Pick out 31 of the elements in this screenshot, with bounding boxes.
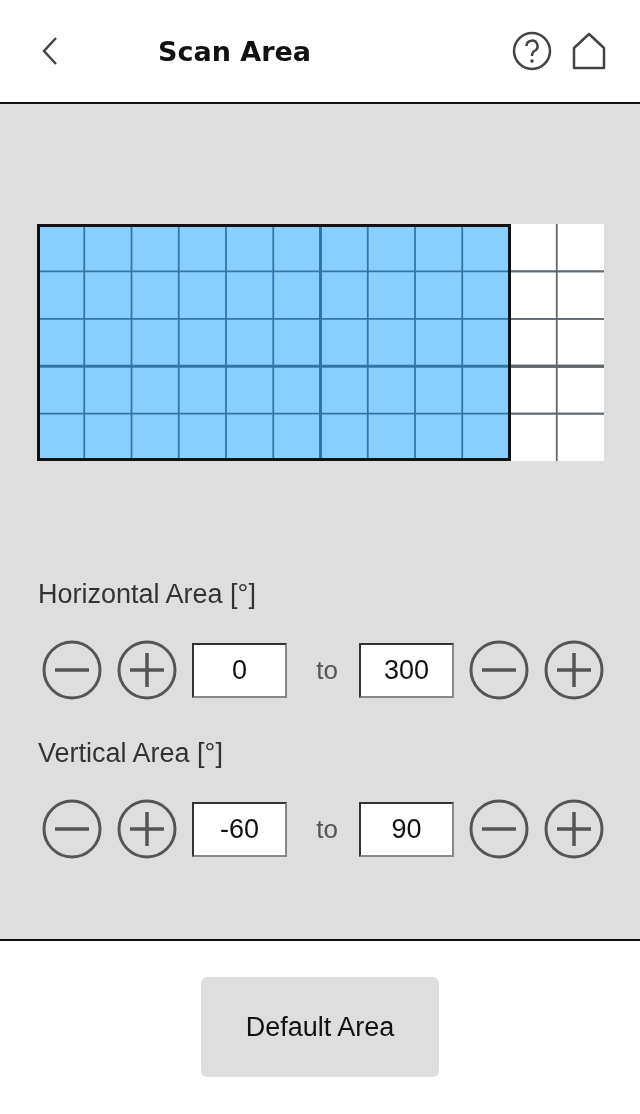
increase-button[interactable] [544, 799, 604, 859]
plus-icon [117, 640, 177, 700]
increase-button[interactable] [544, 640, 604, 700]
range-label: Vertical Area [°] [38, 738, 224, 769]
to-field[interactable]: 300 [359, 642, 454, 698]
to-field[interactable]: 90 [359, 801, 454, 857]
help-icon[interactable] [512, 31, 552, 71]
plus-icon [544, 799, 604, 859]
selected-area[interactable] [38, 225, 510, 460]
from-field[interactable]: -60 [192, 801, 287, 857]
to-label: to [315, 813, 339, 845]
range-label: Horizontal Area [°] [38, 579, 257, 610]
to-label: to [315, 654, 339, 686]
minus-icon [469, 799, 529, 859]
minus-icon [42, 640, 102, 700]
default-area-button[interactable]: Default Area [201, 977, 439, 1077]
plus-icon [117, 799, 177, 859]
increase-button[interactable] [117, 640, 177, 700]
increase-button[interactable] [117, 799, 177, 859]
decrease-button[interactable] [42, 640, 102, 700]
minus-icon [42, 799, 102, 859]
plus-icon [544, 640, 604, 700]
decrease-button[interactable] [469, 799, 529, 859]
back-icon[interactable] [42, 36, 58, 66]
home-icon[interactable] [572, 32, 606, 70]
from-field[interactable]: 0 [192, 642, 287, 698]
decrease-button[interactable] [469, 640, 529, 700]
decrease-button[interactable] [42, 799, 102, 859]
minus-icon [469, 640, 529, 700]
page-title: Scan Area [158, 35, 313, 67]
scan-grid-drawing[interactable] [37, 224, 604, 461]
